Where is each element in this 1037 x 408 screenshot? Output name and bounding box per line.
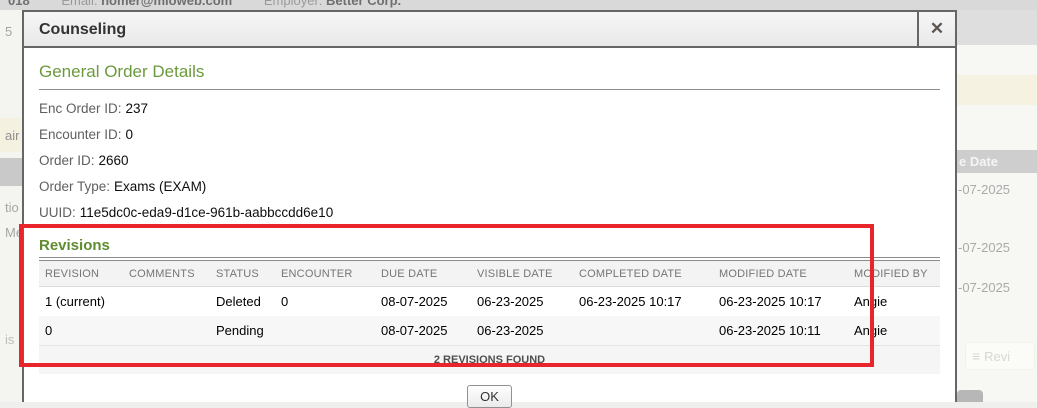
order-type-field: Order Type: Exams (EXAM) bbox=[39, 179, 940, 194]
background-date-cell: -07-2025 bbox=[958, 182, 1010, 197]
background-date-column-header: e Date bbox=[957, 150, 1037, 173]
cell-due-date: 08-07-2025 bbox=[375, 316, 471, 346]
field-label: UUID: bbox=[39, 205, 76, 220]
field-label: Order ID: bbox=[39, 153, 95, 168]
column-header-visible-date: VISIBLE DATE bbox=[471, 261, 573, 287]
employer-label: Employer: bbox=[264, 0, 323, 8]
cell-encounter bbox=[275, 316, 375, 346]
revision-row[interactable]: 1 (current) Deleted 0 08-07-2025 06-23-2… bbox=[39, 287, 940, 317]
hamburger-icon: ≡ bbox=[972, 348, 980, 364]
column-header-comments: COMMENTS bbox=[123, 261, 210, 287]
background-header-band bbox=[0, 158, 22, 186]
counseling-dialog: Counseling ✕ General Order Details Enc O… bbox=[22, 10, 957, 402]
cell-visible-date: 06-23-2025 bbox=[471, 316, 573, 346]
cell-visible-date: 06-23-2025 bbox=[471, 287, 573, 317]
column-header-modified-by: MODIFIED BY bbox=[848, 261, 940, 287]
cell-comments bbox=[123, 287, 210, 317]
cell-revision: 1 (current) bbox=[39, 287, 123, 317]
revisions-count: 2 REVISIONS FOUND bbox=[39, 346, 940, 375]
cell-modified-by: Angie bbox=[848, 287, 940, 317]
background-fragment: 5 bbox=[5, 24, 12, 39]
column-header-due-date: DUE DATE bbox=[375, 261, 471, 287]
field-value: 2660 bbox=[99, 153, 129, 168]
dialog-titlebar: Counseling ✕ bbox=[24, 12, 955, 48]
field-value: Exams (EXAM) bbox=[114, 179, 206, 194]
revisions-heading: Revisions bbox=[39, 237, 940, 254]
background-revisions-button-label: Revi bbox=[984, 349, 1010, 364]
close-icon: ✕ bbox=[930, 19, 944, 39]
field-value: 11e5dc0c-eda9-d1ce-961b-aabbccdd6e10 bbox=[80, 205, 333, 220]
close-button[interactable]: ✕ bbox=[917, 12, 955, 46]
email-value: homer@mioweb.com bbox=[101, 0, 232, 8]
column-header-encounter: ENCOUNTER bbox=[275, 261, 375, 287]
dialog-actions: OK bbox=[39, 385, 940, 408]
field-value: 0 bbox=[126, 127, 134, 142]
cell-status: Deleted bbox=[210, 287, 275, 317]
field-value: 237 bbox=[126, 101, 149, 116]
cell-status: Pending bbox=[210, 316, 275, 346]
dialog-body: General Order Details Enc Order ID: 237 E… bbox=[24, 48, 955, 408]
cell-modified-date: 06-23-2025 10:11 bbox=[713, 316, 848, 346]
column-header-revision: REVISION bbox=[39, 261, 123, 287]
background-revisions-button: ≡ Revi bbox=[965, 342, 1035, 370]
cell-completed-date bbox=[573, 316, 713, 346]
background-fragment: is bbox=[5, 332, 14, 347]
background-right-strip: e Date -07-2025 -07-2025 -07-2025 ≡ Revi bbox=[957, 10, 1037, 402]
cell-revision: 0 bbox=[39, 316, 123, 346]
revisions-table: REVISION COMMENTS STATUS ENCOUNTER DUE D… bbox=[39, 261, 940, 374]
column-header-completed-date: COMPLETED DATE bbox=[573, 261, 713, 287]
background-fragment: tio bbox=[5, 200, 19, 215]
revision-row[interactable]: 0 Pending 08-07-2025 06-23-2025 06-23-20… bbox=[39, 316, 940, 346]
column-header-status: STATUS bbox=[210, 261, 275, 287]
dialog-title: Counseling bbox=[24, 12, 917, 46]
background-date-cell: -07-2025 bbox=[958, 240, 1010, 255]
field-label: Enc Order ID: bbox=[39, 101, 122, 116]
order-id-field: Order ID: 2660 bbox=[39, 153, 940, 168]
background-patient-header: 018 Email: homer@mioweb.com Employer: Be… bbox=[0, 0, 1037, 10]
background-fragment: air bbox=[5, 128, 19, 143]
background-fragment: Me bbox=[5, 225, 22, 240]
general-order-details-heading: General Order Details bbox=[39, 58, 940, 90]
background-left-strip: 5 air tio Me is bbox=[0, 10, 22, 402]
table-header-row: REVISION COMMENTS STATUS ENCOUNTER DUE D… bbox=[39, 261, 940, 287]
field-label: Encounter ID: bbox=[39, 127, 122, 142]
cell-modified-by: Angie bbox=[848, 316, 940, 346]
enc-order-id-field: Enc Order ID: 237 bbox=[39, 101, 940, 116]
background-row-band bbox=[957, 75, 1037, 105]
background-date-cell: -07-2025 bbox=[958, 280, 1010, 295]
cell-completed-date: 06-23-2025 10:17 bbox=[573, 287, 713, 317]
ok-button[interactable]: OK bbox=[467, 385, 512, 408]
cell-comments bbox=[123, 316, 210, 346]
cell-encounter: 0 bbox=[275, 287, 375, 317]
uuid-field: UUID: 11e5dc0c-eda9-d1ce-961b-aabbccdd6e1… bbox=[39, 205, 940, 220]
email-label: Email: bbox=[61, 0, 97, 8]
background-patient-info: 018 Email: homer@mioweb.com Employer: Be… bbox=[8, 0, 401, 8]
background-corner-tab bbox=[957, 390, 983, 402]
table-footer-row: 2 REVISIONS FOUND bbox=[39, 346, 940, 375]
background-fragment: 018 bbox=[8, 0, 30, 8]
employer-value: Better Corp. bbox=[326, 0, 401, 8]
cell-modified-date: 06-23-2025 10:17 bbox=[713, 287, 848, 317]
cell-due-date: 08-07-2025 bbox=[375, 287, 471, 317]
field-label: Order Type: bbox=[39, 179, 110, 194]
background-band bbox=[957, 10, 1037, 45]
encounter-id-field: Encounter ID: 0 bbox=[39, 127, 940, 142]
column-header-modified-date: MODIFIED DATE bbox=[713, 261, 848, 287]
